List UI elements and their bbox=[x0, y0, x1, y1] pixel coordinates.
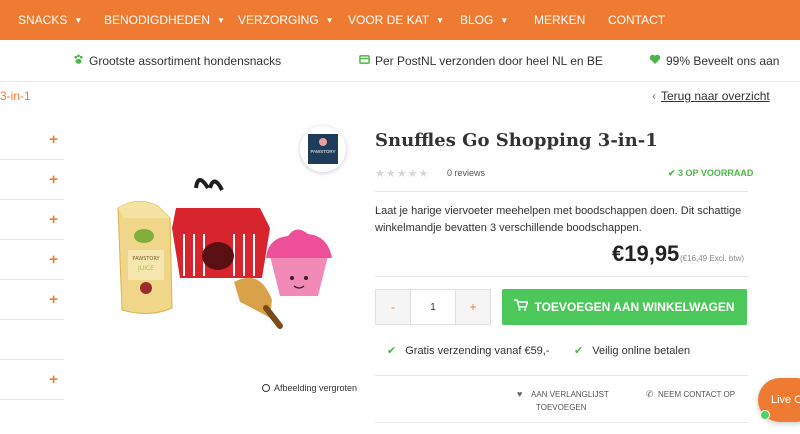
product-price: €19,95 bbox=[612, 241, 680, 266]
nav-item-contact[interactable]: CONTACT bbox=[608, 0, 665, 40]
divider bbox=[375, 276, 748, 277]
back-to-overview-link[interactable]: ‹ Terug naar overzicht bbox=[652, 89, 770, 103]
sidebar-item[interactable]: + bbox=[0, 160, 64, 200]
plus-icon: + bbox=[49, 251, 58, 268]
juice-toy: PAWSTORY JUICE bbox=[117, 201, 173, 314]
quantity-input[interactable] bbox=[410, 290, 456, 324]
usp-bar: Grootste assortiment hondensnacks Per Po… bbox=[0, 40, 800, 82]
online-status-icon bbox=[760, 410, 770, 420]
usp-item: Per PostNL verzonden door heel NL en BE bbox=[358, 40, 603, 82]
chevron-down-icon: ▼ bbox=[217, 16, 225, 25]
chevron-down-icon: ▼ bbox=[436, 16, 445, 25]
reviews-count[interactable]: 0 reviews bbox=[447, 168, 485, 178]
phone-icon: ✆ bbox=[646, 389, 654, 399]
price-excl-vat: (€16,49 Excl. btw) bbox=[680, 254, 745, 263]
decrease-quantity-button[interactable]: - bbox=[376, 290, 410, 324]
nav-item-merken[interactable]: MERKEN bbox=[534, 0, 585, 40]
nav-item-verzorging[interactable]: VERZORGING ▼ bbox=[238, 0, 334, 40]
check-icon: ✔ bbox=[387, 345, 397, 357]
chevron-down-icon: ▼ bbox=[74, 16, 83, 25]
zoom-image-link[interactable]: Afbeelding vergroten bbox=[262, 383, 357, 393]
add-to-cart-button[interactable]: TOEVOEGEN AAN WINKELWAGEN bbox=[502, 289, 747, 325]
chevron-down-icon: ▼ bbox=[325, 16, 334, 25]
sidebar-item[interactable] bbox=[0, 320, 64, 360]
perk-free-shipping: ✔ Gratis verzending vanaf €59,- bbox=[387, 345, 550, 357]
croissant-toy bbox=[234, 277, 283, 329]
check-icon: ✔ bbox=[574, 345, 584, 357]
nav-item-benodigdheden[interactable]: BENODIGDHEDEN ▼ bbox=[104, 0, 225, 40]
product-image[interactable]: PAWSTORY JUICE bbox=[110, 178, 340, 338]
product-description: Laat je harige viervoeter meehelpen met … bbox=[375, 205, 742, 234]
package-icon bbox=[358, 41, 370, 83]
contact-button[interactable]: ✆ NEEM CONTACT OP bbox=[646, 388, 735, 401]
sidebar-item[interactable]: + bbox=[0, 240, 64, 280]
svg-text:JUICE: JUICE bbox=[137, 265, 154, 272]
pawstory-logo: PAWSTORY bbox=[308, 134, 338, 164]
divider bbox=[375, 375, 748, 376]
brand-logo[interactable]: PAWSTORY bbox=[300, 126, 346, 172]
perk-secure-payment: ✔ Veilig online betalen bbox=[574, 345, 691, 357]
sidebar-item[interactable]: + bbox=[0, 200, 64, 240]
plus-icon: + bbox=[49, 171, 58, 188]
breadcrumb[interactable]: 3-in-1 bbox=[0, 89, 31, 103]
plus-icon: + bbox=[49, 211, 58, 228]
add-to-wishlist-button[interactable]: ♥ AAN VERLANGLIJST TOEVOEGEN bbox=[517, 388, 609, 414]
usp-item: Grootste assortiment hondensnacks bbox=[72, 40, 281, 82]
magnifier-icon bbox=[262, 384, 270, 392]
quantity-stepper: - + bbox=[375, 289, 491, 325]
heart-icon: ♥ bbox=[517, 389, 523, 399]
divider bbox=[375, 191, 748, 192]
top-nav: SNACKS ▼ BENODIGDHEDEN ▼ VERZORGING ▼ VOOR … bbox=[0, 0, 800, 40]
rating-stars[interactable]: ★★★★★ bbox=[375, 167, 429, 180]
nav-item-blog[interactable]: BLOG ▼ bbox=[460, 0, 508, 40]
paw-icon bbox=[72, 41, 84, 83]
plus-icon: + bbox=[49, 371, 58, 388]
product-title: Snuffles Go Shopping 3-in-1 bbox=[375, 130, 658, 151]
svg-text:PAWSTORY: PAWSTORY bbox=[132, 256, 160, 262]
heart-icon bbox=[649, 41, 661, 83]
divider bbox=[375, 422, 748, 423]
sidebar-item[interactable]: + bbox=[0, 360, 64, 400]
chevron-left-icon: ‹ bbox=[652, 89, 656, 103]
cupcake-toy bbox=[266, 229, 332, 296]
chevron-down-icon: ▼ bbox=[500, 16, 509, 25]
stock-status: ✔ 3 OP VOORRAAD bbox=[668, 168, 754, 178]
sidebar-item[interactable]: + bbox=[0, 120, 64, 160]
sidebar-item[interactable]: + bbox=[0, 280, 64, 320]
cart-icon bbox=[514, 289, 530, 325]
increase-quantity-button[interactable]: + bbox=[456, 290, 490, 324]
nav-item-voor-de-kat[interactable]: VOOR DE KAT ▼ bbox=[348, 0, 444, 40]
nav-item-snacks[interactable]: SNACKS ▼ bbox=[18, 0, 82, 40]
basket-toy bbox=[172, 178, 270, 278]
usp-item: 99% Beveelt ons aan bbox=[649, 40, 779, 82]
plus-icon: + bbox=[49, 131, 58, 148]
plus-icon: + bbox=[49, 291, 58, 308]
